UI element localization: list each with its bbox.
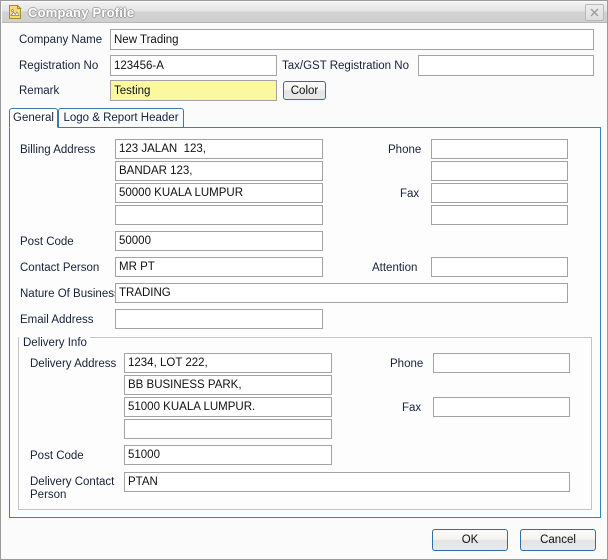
color-button[interactable]: Color [283, 81, 326, 100]
titlebar: Company Profile [2, 2, 607, 23]
billing-address-line-1[interactable] [115, 139, 323, 159]
billing-phone-input-2[interactable] [431, 161, 568, 181]
close-icon[interactable] [585, 4, 604, 21]
billing-phone-label: Phone [388, 144, 422, 156]
billing-fax-input-1[interactable] [431, 183, 568, 203]
nature-of-business-input[interactable] [115, 283, 568, 303]
delivery-post-code-label: Post Code [30, 450, 84, 462]
delivery-fax-input[interactable] [433, 397, 570, 417]
window-title: Company Profile [28, 4, 135, 20]
delivery-info-group: Delivery Info Delivery Address Phone Fax… [18, 337, 592, 510]
remark-input[interactable] [110, 80, 277, 101]
email-address-input[interactable] [115, 309, 323, 329]
tab-general[interactable]: General [9, 108, 58, 128]
billing-address-line-4[interactable] [115, 205, 323, 225]
company-name-input[interactable] [110, 29, 594, 50]
tax-gst-no-label: Tax/GST Registration No [282, 60, 409, 72]
nature-of-business-label: Nature Of Business [20, 288, 120, 300]
billing-fax-label: Fax [400, 188, 420, 200]
company-profile-window: Company Profile Company Name Registratio… [0, 0, 608, 560]
cancel-button[interactable]: Cancel [520, 529, 596, 551]
billing-address-label: Billing Address [20, 144, 96, 156]
billing-address-line-3[interactable] [115, 183, 323, 203]
delivery-address-label: Delivery Address [30, 358, 117, 370]
footer-buttons: OK Cancel [2, 519, 607, 559]
delivery-address-line-1[interactable] [124, 353, 332, 373]
billing-post-code-input[interactable] [115, 231, 323, 251]
email-address-label: Email Address [20, 314, 94, 326]
tab-page-general: Billing Address Phone Fax Post Code Cont… [9, 127, 601, 518]
registration-no-input[interactable] [110, 55, 277, 76]
ok-button[interactable]: OK [432, 529, 508, 551]
delivery-contact-person-label: Delivery Contact Person [30, 476, 115, 501]
delivery-address-line-4[interactable] [124, 419, 332, 439]
tax-gst-no-input[interactable] [418, 55, 594, 76]
contact-person-input[interactable] [115, 257, 323, 277]
attention-input[interactable] [431, 257, 568, 277]
tab-general-label: General [13, 112, 54, 124]
tab-logo-report-header-label: Logo & Report Header [63, 112, 179, 124]
delivery-phone-label: Phone [390, 358, 424, 370]
delivery-address-line-3[interactable] [124, 397, 332, 417]
attention-label: Attention [372, 262, 418, 274]
delivery-phone-input[interactable] [433, 353, 570, 373]
delivery-info-title: Delivery Info [19, 337, 90, 350]
tab-logo-report-header[interactable]: Logo & Report Header [58, 108, 184, 128]
billing-post-code-label: Post Code [20, 236, 74, 248]
billing-fax-input-2[interactable] [431, 205, 568, 225]
document-image-icon [7, 4, 23, 20]
registration-no-label: Registration No [19, 60, 99, 72]
delivery-contact-person-input[interactable] [124, 472, 570, 492]
delivery-post-code-input[interactable] [124, 445, 332, 465]
delivery-address-line-2[interactable] [124, 375, 332, 395]
company-name-label: Company Name [19, 34, 103, 46]
header-form: Company Name Registration No Tax/GST Reg… [2, 23, 607, 107]
contact-person-label: Contact Person [20, 262, 100, 274]
remark-label: Remark [19, 85, 60, 97]
delivery-fax-label: Fax [402, 402, 422, 414]
billing-phone-input-1[interactable] [431, 139, 568, 159]
billing-address-line-2[interactable] [115, 161, 323, 181]
